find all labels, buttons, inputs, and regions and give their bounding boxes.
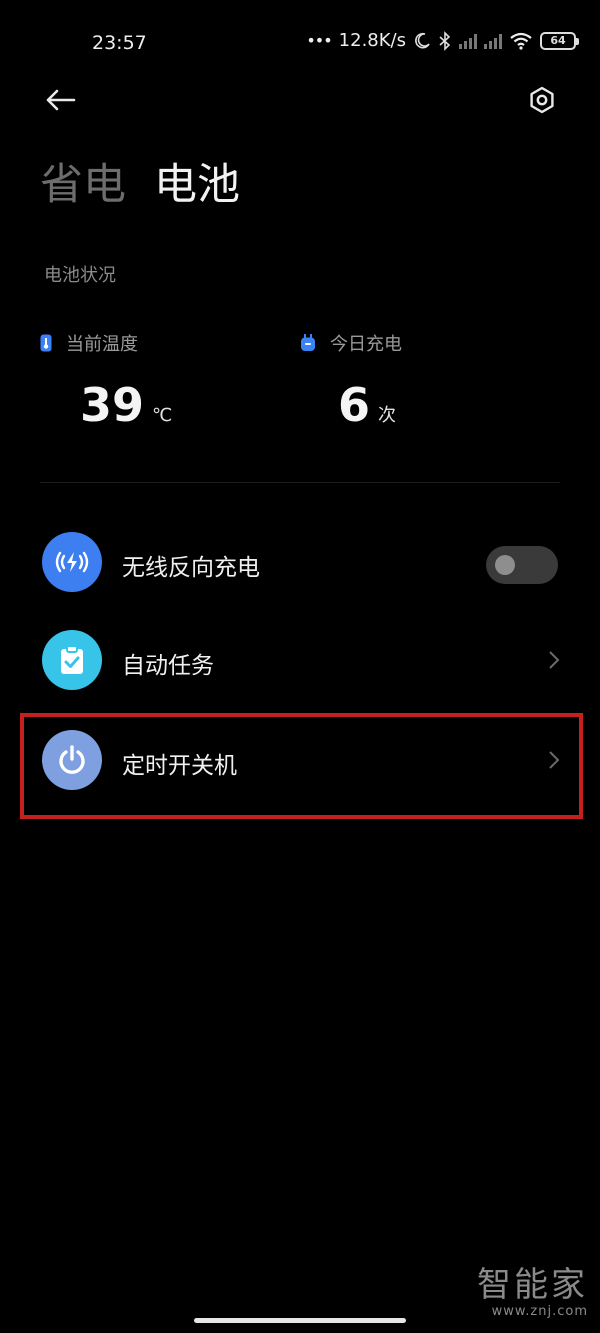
status-icons: ••• 12.8K/s 64 bbox=[306, 30, 579, 51]
task-clipboard-icon bbox=[42, 630, 102, 690]
status-bar: 23:57 ••• 12.8K/s 64 bbox=[0, 0, 600, 80]
charge-count-unit: 次 bbox=[378, 405, 397, 426]
status-time: 23:57 bbox=[92, 32, 147, 54]
watermark-url: www.znj.com bbox=[491, 1304, 588, 1319]
back-arrow-icon bbox=[46, 89, 76, 111]
wifi-icon bbox=[510, 32, 532, 50]
power-icon bbox=[42, 730, 102, 790]
auto-task-label: 自动任务 bbox=[122, 653, 214, 679]
temperature-value: 39 bbox=[80, 378, 145, 432]
temperature-unit: ℃ bbox=[152, 405, 173, 426]
battery-status-label: 电池状况 bbox=[44, 265, 116, 286]
chevron-right-icon bbox=[549, 651, 560, 669]
settings-button[interactable] bbox=[520, 80, 564, 120]
auto-task-row[interactable]: 自动任务 bbox=[0, 612, 600, 708]
toggle-knob bbox=[495, 555, 515, 575]
plug-icon bbox=[301, 334, 315, 351]
top-bar bbox=[0, 80, 600, 124]
signal-icon bbox=[459, 33, 477, 49]
scheduled-power-label: 定时开关机 bbox=[122, 753, 237, 779]
charge-count-label: 今日充电 bbox=[330, 334, 402, 355]
watermark-logo: 智能家 bbox=[477, 1265, 588, 1305]
signal-icon bbox=[484, 33, 502, 49]
thermometer-icon bbox=[40, 334, 52, 352]
wireless-reverse-charging-label: 无线反向充电 bbox=[122, 555, 260, 581]
bluetooth-icon bbox=[439, 30, 451, 51]
charge-count-value: 6 bbox=[338, 378, 371, 432]
charge-count-stat: 今日充电 6 次 bbox=[300, 330, 402, 432]
tab-battery[interactable]: 电池 bbox=[154, 150, 240, 212]
watermark: 智能家 www.znj.com bbox=[477, 1268, 588, 1319]
moon-icon bbox=[415, 32, 430, 48]
net-speed: 12.8K/s bbox=[338, 30, 406, 51]
wireless-charge-icon bbox=[42, 532, 102, 592]
back-button[interactable] bbox=[38, 80, 82, 120]
divider bbox=[40, 482, 560, 483]
tab-power-saving[interactable]: 省电 bbox=[40, 150, 126, 212]
settings-gear-icon bbox=[530, 86, 554, 114]
chevron-right-icon bbox=[549, 751, 560, 769]
home-indicator[interactable] bbox=[194, 1318, 406, 1323]
wireless-reverse-charging-toggle[interactable] bbox=[486, 546, 558, 584]
scheduled-power-row[interactable]: 定时开关机 bbox=[0, 712, 600, 808]
temperature-stat: 当前温度 39 ℃ bbox=[40, 330, 172, 432]
title-tabs: 省电 电池 bbox=[40, 150, 240, 212]
battery-icon: 64 bbox=[540, 31, 579, 50]
more-dots-icon: ••• bbox=[306, 31, 332, 50]
temperature-label: 当前温度 bbox=[66, 334, 138, 355]
wireless-reverse-charging-row[interactable]: 无线反向充电 bbox=[0, 514, 600, 610]
